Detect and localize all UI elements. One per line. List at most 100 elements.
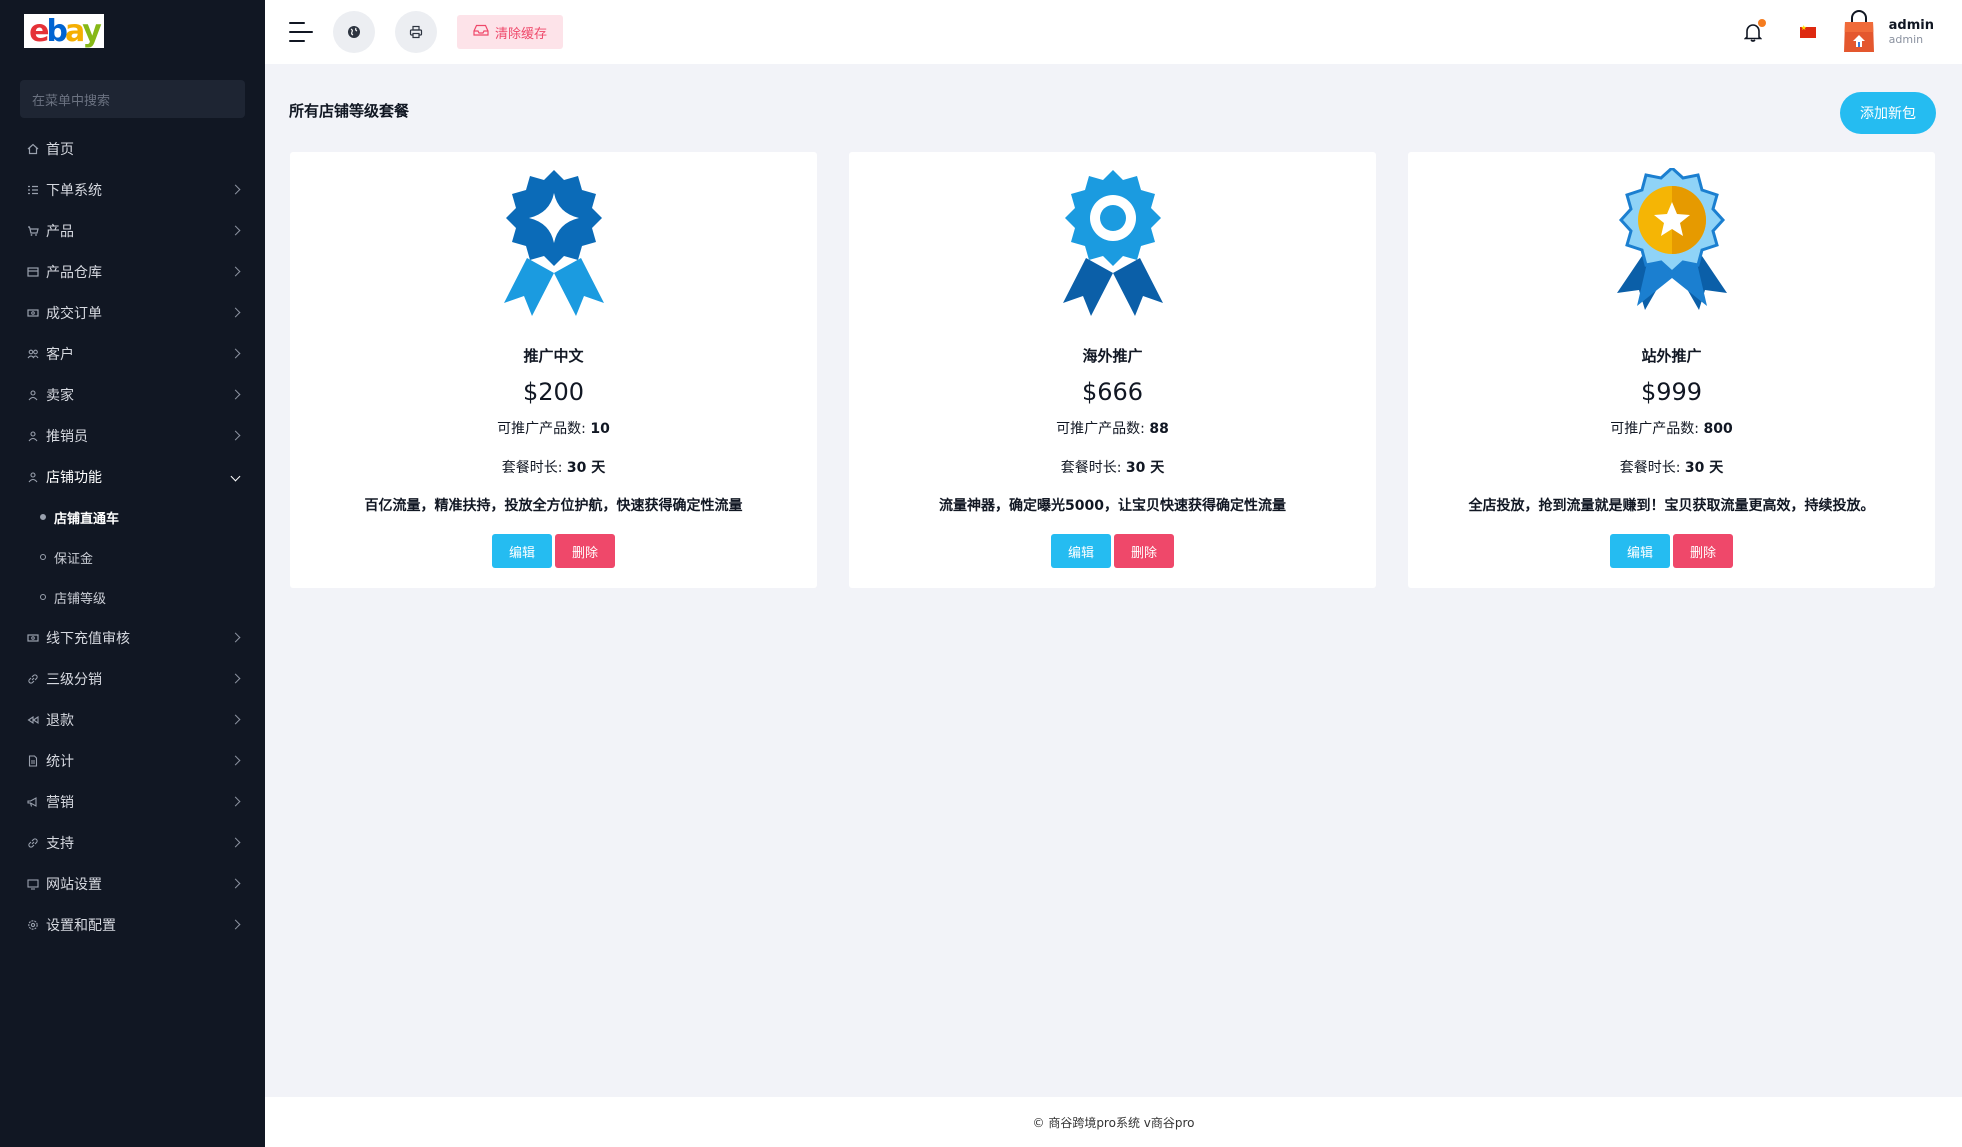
add-package-button[interactable]: 添加新包 <box>1840 92 1936 134</box>
products-value: 10 <box>590 421 610 437</box>
megaphone-icon <box>26 795 40 809</box>
package-duration: 套餐时长: 30 天 <box>849 457 1376 477</box>
chevron-right-icon <box>230 430 241 441</box>
sidebar-item-products[interactable]: 产品 <box>0 210 265 251</box>
sidebar-item-refunds[interactable]: 退款 <box>0 699 265 740</box>
package-name: 推广中文 <box>523 347 584 365</box>
monitor-icon <box>26 877 40 891</box>
clear-cache-label: 清除缓存 <box>495 26 548 42</box>
sidebar-item-label: 推销员 <box>46 428 88 445</box>
delete-button[interactable]: 删除 <box>555 534 615 568</box>
sidebar-menu: 首页 下单系统 产品 产品仓库 成交订单 客户 卖家 推销员 店铺功能 店铺直通… <box>0 128 265 945</box>
link-icon <box>26 672 40 686</box>
chevron-right-icon <box>230 878 241 889</box>
footer-text: © 商谷跨境pro系统 v商谷pro <box>1032 1115 1195 1130</box>
sidebar-item-label: 统计 <box>46 753 74 770</box>
page-title: 所有店铺等级套餐 <box>289 102 410 120</box>
sidebar-item-offline-recharge[interactable]: 线下充值审核 <box>0 617 265 658</box>
delete-button[interactable]: 删除 <box>1114 534 1174 568</box>
sidebar-item-label: 产品仓库 <box>46 264 102 281</box>
sidebar-item-label: 设置和配置 <box>46 917 116 934</box>
package-duration: 套餐时长: 30 天 <box>290 457 817 477</box>
package-price: $200 <box>522 378 585 406</box>
diamond-medal-icon <box>503 170 604 316</box>
ebay-logo[interactable]: ebay <box>24 13 104 49</box>
chevron-right-icon <box>230 755 241 766</box>
edit-button[interactable]: 编辑 <box>1610 534 1670 568</box>
chevron-down-icon <box>230 471 241 482</box>
user-icon <box>26 429 40 443</box>
delete-button[interactable]: 删除 <box>1673 534 1733 568</box>
sidebar-item-salesmen[interactable]: 推销员 <box>0 415 265 456</box>
circle-medal-icon <box>1062 170 1163 316</box>
products-label: 可推广产品数: <box>497 421 586 437</box>
edit-button[interactable]: 编辑 <box>492 534 552 568</box>
notification-button[interactable] <box>1743 19 1766 42</box>
sidebar-item-label: 下单系统 <box>46 182 102 199</box>
cart-icon <box>26 224 40 238</box>
inbox-icon <box>473 24 489 40</box>
menu-toggle-icon[interactable] <box>289 22 313 42</box>
china-flag-icon[interactable] <box>1799 24 1816 38</box>
sidebar-item-label: 客户 <box>46 346 74 363</box>
sidebar-subitem-label: 店铺直通车 <box>54 511 120 527</box>
sidebar-item-label: 产品 <box>46 223 74 240</box>
link-icon <box>26 836 40 850</box>
sidebar-item-label: 支持 <box>46 835 74 852</box>
chevron-right-icon <box>230 673 241 684</box>
package-duration: 套餐时长: 30 天 <box>1408 457 1935 477</box>
package-list: 推广中文 $200 可推广产品数: 10 套餐时长: 30 天 百亿流量，精准扶… <box>290 152 1935 588</box>
chevron-right-icon <box>230 714 241 725</box>
edit-button[interactable]: 编辑 <box>1051 534 1111 568</box>
package-price: $666 <box>1081 378 1144 406</box>
sidebar-item-website-settings[interactable]: 网站设置 <box>0 863 265 904</box>
menu-search-input[interactable]: 在菜单中搜索 <box>20 80 245 118</box>
print-button[interactable] <box>395 11 437 53</box>
sidebar-item-order-system[interactable]: 下单系统 <box>0 169 265 210</box>
shopping-bag-avatar-icon[interactable] <box>1841 10 1877 54</box>
gear-icon <box>26 918 40 932</box>
users-icon <box>26 347 40 361</box>
chevron-right-icon <box>230 837 241 848</box>
logo-letter: b <box>46 13 69 49</box>
chevron-right-icon <box>230 632 241 643</box>
chevron-right-icon <box>230 184 241 195</box>
home-icon <box>26 142 40 156</box>
package-description: 流量神器，确定曝光5000，让宝贝快速获得确定性流量 <box>939 498 1286 514</box>
sidebar-subitem-label: 保证金 <box>54 551 94 567</box>
sidebar-item-label: 店铺功能 <box>46 469 102 486</box>
sidebar-item-marketing[interactable]: 营销 <box>0 781 265 822</box>
sidebar-subitem-shop-express[interactable]: 店铺直通车 <box>0 497 265 537</box>
user-icon <box>26 470 40 484</box>
sidebar-item-distribution[interactable]: 三级分销 <box>0 658 265 699</box>
sidebar-item-statistics[interactable]: 统计 <box>0 740 265 781</box>
sidebar-item-warehouse[interactable]: 产品仓库 <box>0 251 265 292</box>
sidebar-item-settings[interactable]: 设置和配置 <box>0 904 265 945</box>
chevron-right-icon <box>230 389 241 400</box>
main-content: 所有店铺等级套餐 添加新包 推广中文 $200 可推广产品数: 10 套餐时长:… <box>265 64 1962 1097</box>
sidebar-item-support[interactable]: 支持 <box>0 822 265 863</box>
globe-icon <box>348 26 360 38</box>
sidebar-subitem-shop-level[interactable]: 店铺等级 <box>0 577 265 617</box>
sidebar-item-orders[interactable]: 成交订单 <box>0 292 265 333</box>
user-role: admin <box>1888 33 1924 46</box>
package-name: 海外推广 <box>1082 347 1143 365</box>
sidebar-item-home[interactable]: 首页 <box>0 128 265 169</box>
logo-letter: e <box>29 13 49 49</box>
products-value: 800 <box>1703 421 1733 437</box>
user-name[interactable]: admin <box>1889 18 1934 33</box>
sidebar-item-sellers[interactable]: 卖家 <box>0 374 265 415</box>
sidebar-subitem-deposit[interactable]: 保证金 <box>0 537 265 577</box>
footer: © 商谷跨境pro系统 v商谷pro <box>265 1097 1962 1147</box>
clear-cache-button[interactable]: 清除缓存 <box>457 15 564 49</box>
duration-label: 套餐时长: <box>1060 460 1122 476</box>
package-card: 站外推广 $999 可推广产品数: 800 套餐时长: 30 天 全店投放，抢到… <box>1408 152 1935 588</box>
bullet-icon <box>40 594 46 600</box>
sidebar-item-shop-features[interactable]: 店铺功能 <box>0 456 265 497</box>
globe-button[interactable] <box>333 11 375 53</box>
duration-value: 30 天 <box>1684 460 1724 476</box>
logo-letter: a <box>65 13 85 49</box>
sidebar-item-customers[interactable]: 客户 <box>0 333 265 374</box>
package-description: 百亿流量，精准扶持，投放全方位护航，快速获得确定性流量 <box>364 498 743 514</box>
chevron-right-icon <box>230 225 241 236</box>
